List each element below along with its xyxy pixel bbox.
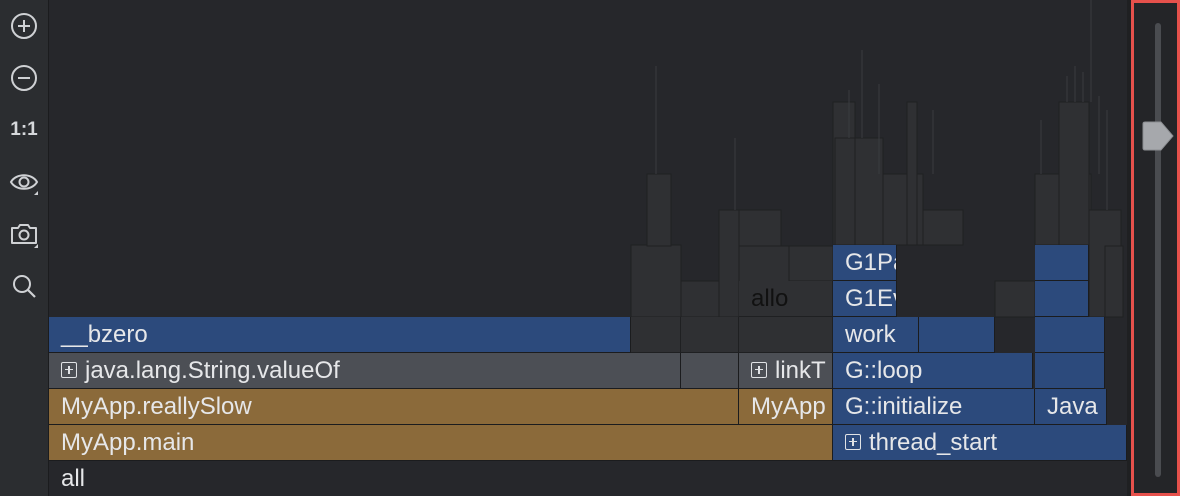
frame-label: G1Ev <box>845 285 896 312</box>
frame-string-valueof[interactable]: java.lang.String.valueOf <box>49 353 681 389</box>
frame-g-initialize[interactable]: G::initialize <box>833 389 1035 425</box>
zoom-in-icon <box>11 13 37 39</box>
flamegraph-toolbar: 1:1 <box>0 0 49 496</box>
frame-label: work <box>845 321 896 348</box>
frame-all[interactable]: all <box>49 461 1127 496</box>
frame-g-loop[interactable]: G::loop <box>833 353 1033 389</box>
frame-label: G::loop <box>845 357 923 384</box>
frame-main[interactable]: MyApp.main <box>49 425 833 461</box>
frame-native-blue[interactable] <box>919 317 995 353</box>
frame-g1ev[interactable]: G1Ev <box>833 281 897 317</box>
frame-label: __bzero <box>61 321 148 348</box>
zoom-slider-panel <box>1131 0 1180 496</box>
frame-native-blue[interactable] <box>1035 353 1105 389</box>
flamegraph-background-stacks <box>630 0 1124 318</box>
frame-dark[interactable] <box>739 317 833 353</box>
eye-icon <box>9 174 39 195</box>
search-button[interactable] <box>4 266 44 306</box>
flamegraph-canvas[interactable]: G1Pa allo G1Ev __bzero work java.lang.St… <box>49 0 1127 496</box>
camera-icon <box>11 224 38 248</box>
frame-thread-start[interactable]: thread_start <box>833 425 1127 461</box>
frame-label: MyApp.main <box>61 429 195 456</box>
expand-icon[interactable] <box>751 361 767 378</box>
frame-native-blue[interactable] <box>1035 281 1089 317</box>
frame-label: MyApp.reallySlow <box>61 393 252 420</box>
zoom-slider-handle[interactable] <box>1141 120 1175 152</box>
frame-bzero[interactable]: __bzero <box>49 317 631 353</box>
frame-alloc[interactable]: allo <box>739 281 833 317</box>
zoom-out-button[interactable] <box>4 58 44 98</box>
zoom-out-icon <box>11 65 37 91</box>
frame-label: G::initialize <box>845 393 963 420</box>
frame-label: MyApp <box>751 393 826 420</box>
frame-g1pa[interactable]: G1Pa <box>833 245 897 281</box>
expand-icon[interactable] <box>61 361 77 378</box>
frame-label: Java <box>1047 393 1098 420</box>
frame-label: all <box>61 465 86 492</box>
frame-native-blue[interactable] <box>1035 317 1105 353</box>
frame-dark[interactable] <box>631 317 681 353</box>
frame-myapp-short[interactable]: MyApp <box>739 389 833 425</box>
frame-label: thread_start <box>869 429 998 456</box>
frame-label: linkT <box>775 357 826 384</box>
frame-label: G1Pa <box>845 249 896 276</box>
search-icon <box>13 275 36 298</box>
frame-collapsed[interactable] <box>681 353 739 389</box>
frame-java[interactable]: Java <box>1035 389 1107 425</box>
visibility-button[interactable] <box>4 162 44 202</box>
frame-label: allo <box>751 285 789 312</box>
frame-native-blue[interactable] <box>1035 245 1089 281</box>
expand-icon[interactable] <box>845 433 861 450</box>
frame-dark[interactable] <box>681 317 739 353</box>
actual-size-button[interactable]: 1:1 <box>4 110 44 150</box>
snapshot-button[interactable] <box>4 214 44 254</box>
frame-link[interactable]: linkT <box>739 353 833 389</box>
frame-work[interactable]: work <box>833 317 919 353</box>
frame-really-slow[interactable]: MyApp.reallySlow <box>49 389 739 425</box>
frame-label: java.lang.String.valueOf <box>85 357 340 384</box>
actual-size-label: 1:1 <box>10 119 38 140</box>
zoom-in-button[interactable] <box>4 6 44 46</box>
zoom-slider-track[interactable] <box>1155 23 1161 477</box>
